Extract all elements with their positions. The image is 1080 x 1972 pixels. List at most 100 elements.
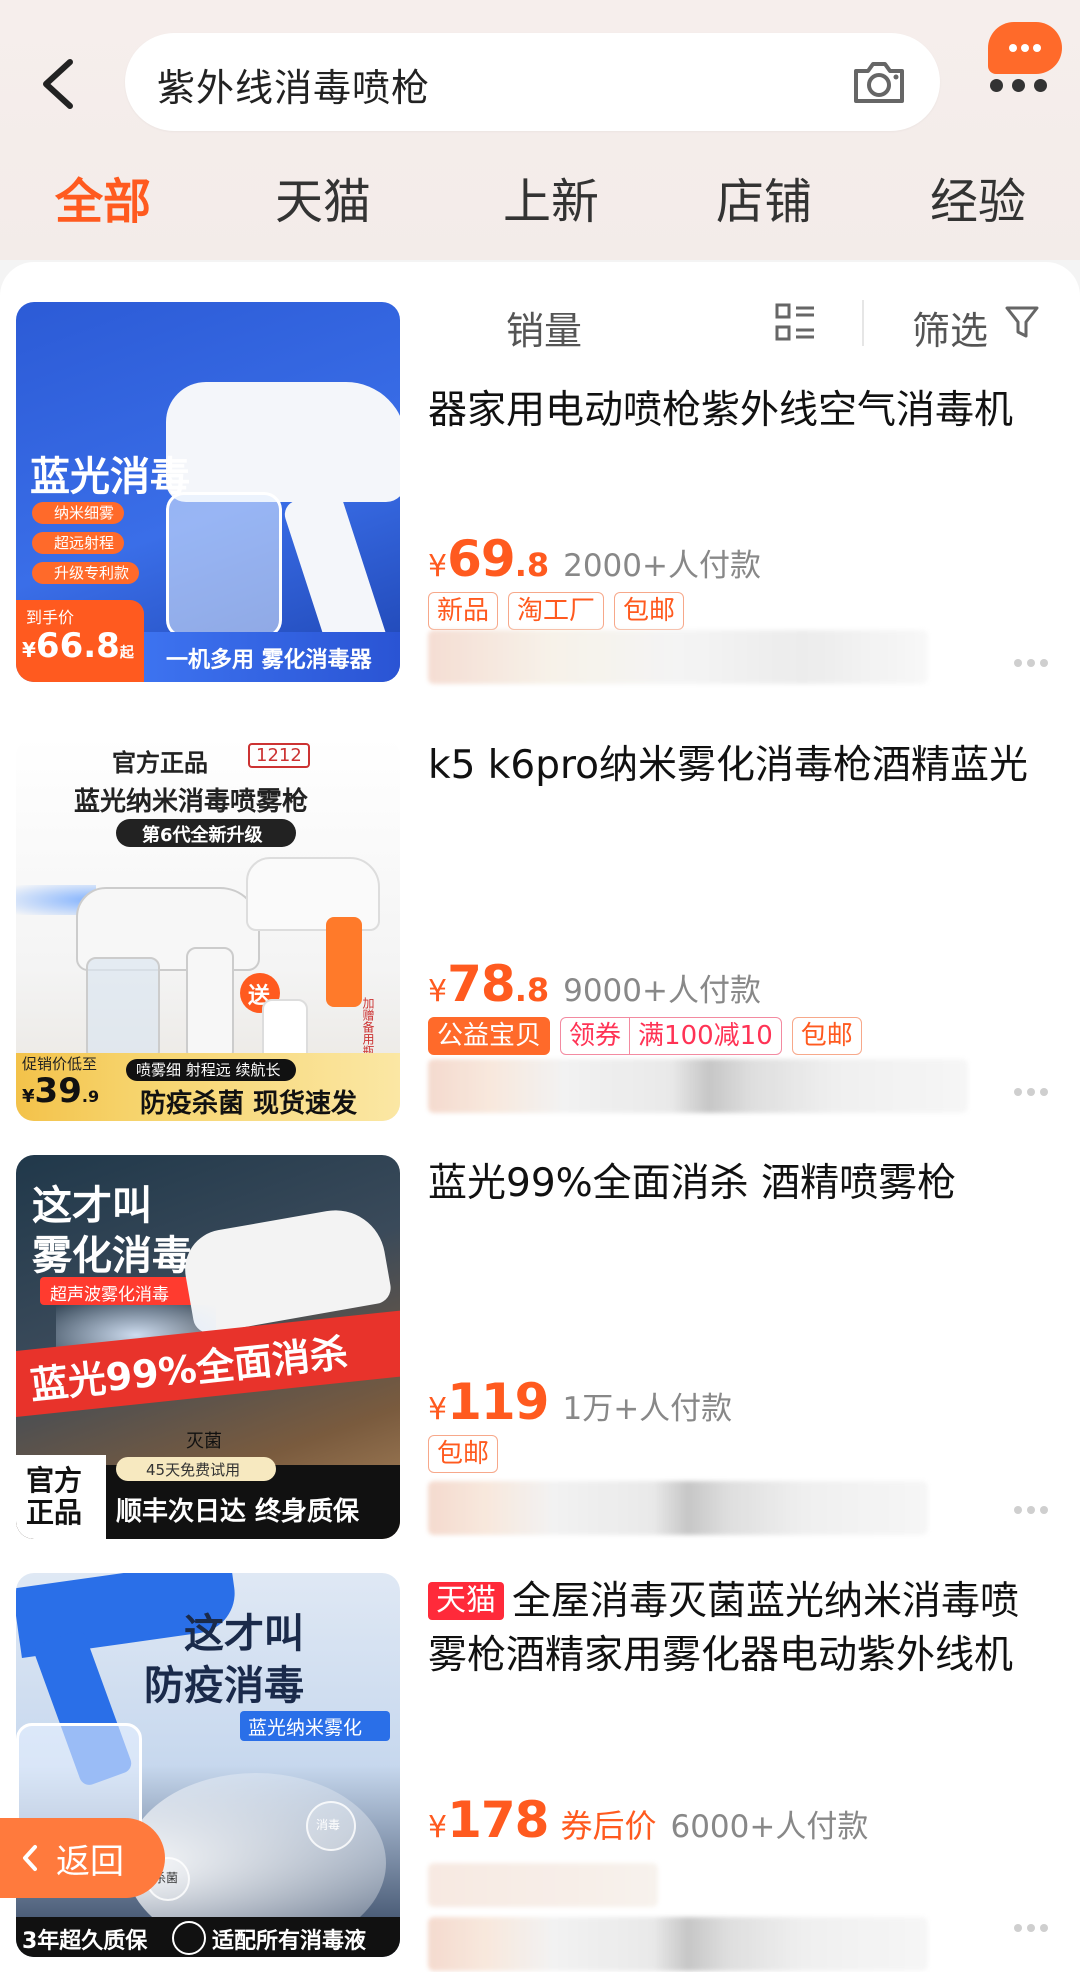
- blurred-tags: [428, 1863, 658, 1907]
- after-coupon-label: 券后价: [560, 1807, 657, 1845]
- image-1212-badge: 1212: [248, 743, 310, 768]
- price-decimal: .8: [514, 971, 550, 1009]
- sales-count: 9000+人付款: [563, 973, 761, 1009]
- filter-funnel-icon[interactable]: [1004, 304, 1040, 342]
- product-card[interactable]: 这才叫 雾化消毒 超声波雾化消毒 蓝光99%全面消杀 灭菌 官方正品 45天免费…: [0, 1155, 1080, 1573]
- chevron-left-icon: [23, 1845, 37, 1871]
- price-integer: 178: [447, 1791, 549, 1849]
- tag-row: 包邮: [428, 1435, 508, 1473]
- back-arrow-icon[interactable]: [30, 48, 86, 120]
- tag-free-shipping: 包邮: [428, 1435, 499, 1473]
- image-feature-pill: 纳米细雾: [32, 502, 125, 524]
- currency-symbol: ¥: [428, 1392, 448, 1427]
- image-official-text: 官方正品: [112, 749, 208, 777]
- item-more-icon[interactable]: [1014, 652, 1054, 667]
- tag-charity: 公益宝贝: [428, 1017, 551, 1055]
- product-card[interactable]: 官方正品 1212 蓝光纳米消毒喷雾枪 第6代全新升级 送 加赠备用瓶 促销价低…: [0, 737, 1080, 1155]
- sort-sales[interactable]: 销量: [506, 300, 582, 355]
- product-info: k5 k6pro纳米雾化消毒枪酒精蓝光 ¥78.8 9000+人付款 公益宝贝 领券…: [428, 737, 1058, 1121]
- price-decimal: .8: [514, 546, 550, 584]
- more-menu-icon[interactable]: [990, 77, 1056, 96]
- image-subheadline: 超声波雾化消毒: [50, 1285, 169, 1305]
- image-feature-text: 喷雾细 射程远 续航长: [136, 1061, 281, 1079]
- tag-coupon[interactable]: 领券 满100减10: [560, 1017, 782, 1055]
- image-bubble-text: 消毒: [316, 1818, 341, 1832]
- currency-symbol: ¥: [428, 974, 448, 1009]
- currency-symbol: ¥: [428, 549, 448, 584]
- tag-factory: 淘工厂: [508, 592, 605, 630]
- sort-divider: [862, 300, 864, 346]
- price-row: ¥69.8 2000+人付款: [428, 530, 761, 588]
- image-banner-text: 防疫杀菌 现货速发: [140, 1089, 358, 1119]
- blurred-shop-info: [428, 630, 928, 684]
- image-promo-label: 到手价: [26, 608, 75, 627]
- product-image[interactable]: 这才叫 防疫消毒 蓝光纳米雾化 消毒 杀菌 3年超久质保 适配所有消毒液: [16, 1573, 400, 1957]
- image-kill-text: 灭菌: [186, 1431, 222, 1452]
- image-bottom-text: 3年超久质保: [22, 1929, 148, 1954]
- price-row: ¥178 券后价 6000+人付款: [428, 1791, 868, 1849]
- product-title[interactable]: 天猫 全屋消毒灭菌蓝光纳米消毒喷雾枪酒精家用雾化器电动紫外线机: [428, 1575, 1053, 1683]
- image-bottom-text-2: 适配所有消毒液: [212, 1929, 367, 1954]
- price-row: ¥119 1万+人付款: [428, 1373, 732, 1431]
- currency-symbol: ¥: [428, 1810, 448, 1845]
- item-more-icon[interactable]: [1014, 1917, 1054, 1932]
- product-info: 天猫 全屋消毒灭菌蓝光纳米消毒喷雾枪酒精家用雾化器电动紫外线机 ¥178 券后价 60…: [428, 1573, 1058, 1971]
- image-headline-2: 防疫消毒: [144, 1663, 304, 1709]
- tab-stores[interactable]: 店铺: [716, 162, 812, 232]
- image-headline: 蓝光消毒: [30, 454, 190, 500]
- blurred-shop-info: [428, 1917, 928, 1971]
- tab-new[interactable]: 上新: [503, 162, 599, 232]
- product-info: 器家用电动喷枪紫外线空气消毒机 ¥69.8 2000+人付款 新品 淘工厂 包邮: [428, 382, 1058, 766]
- product-title-text: 全屋消毒灭菌蓝光纳米消毒喷雾枪酒精家用雾化器电动紫外线机: [428, 1579, 1020, 1678]
- image-subheadline: 第6代全新升级: [142, 825, 263, 846]
- top-bar: 紫外线消毒喷枪: [0, 0, 1080, 140]
- results-panel: 综合 销量 筛选 蓝光消毒 纳米细雾 超远射程 升级专利款: [0, 262, 1080, 1972]
- tag-row: 公益宝贝 领券 满100减10 包邮: [428, 1017, 872, 1055]
- filter-label: 筛选: [912, 309, 989, 353]
- product-image[interactable]: 官方正品 1212 蓝光纳米消毒喷雾枪 第6代全新升级 送 加赠备用瓶 促销价低…: [16, 737, 400, 1121]
- image-feature-pill: 升级专利款: [32, 562, 140, 584]
- image-banner-text: 一机多用 雾化消毒器: [166, 648, 372, 673]
- float-back-label: 返回: [56, 1842, 124, 1882]
- image-subheadline: 蓝光纳米雾化: [248, 1717, 363, 1739]
- price-integer: 69: [447, 530, 516, 588]
- camera-icon[interactable]: [848, 51, 910, 113]
- filter-button[interactable]: 筛选: [912, 300, 988, 355]
- product-title[interactable]: 蓝光99%全面消杀 酒精喷雾枪: [428, 1157, 1053, 1211]
- image-trial-text: 45天免费试用: [146, 1461, 241, 1479]
- product-title[interactable]: k5 k6pro纳米雾化消毒枪酒精蓝光: [428, 739, 1053, 793]
- image-headline-1: 这才叫: [184, 1611, 304, 1657]
- float-back-button[interactable]: 返回: [0, 1818, 165, 1898]
- tag-free-shipping: 包邮: [791, 1017, 862, 1055]
- sales-count: 6000+人付款: [670, 1809, 869, 1845]
- tab-tmall[interactable]: 天猫: [275, 162, 371, 232]
- message-badge-icon[interactable]: [988, 22, 1062, 74]
- image-feature-pill: 超远射程: [32, 532, 125, 554]
- product-title[interactable]: 器家用电动喷枪紫外线空气消毒机: [428, 384, 1053, 438]
- price-integer: 119: [447, 1373, 549, 1431]
- product-card[interactable]: 这才叫 防疫消毒 蓝光纳米雾化 消毒 杀菌 3年超久质保 适配所有消毒液 天猫全…: [0, 1573, 1080, 1972]
- blurred-shop-info: [428, 1481, 928, 1535]
- item-more-icon[interactable]: [1014, 1499, 1054, 1514]
- blurred-shop-info: [428, 1059, 968, 1113]
- price-integer: 78: [447, 955, 516, 1013]
- price-row: ¥78.8 9000+人付款: [428, 955, 761, 1013]
- tmall-badge: 天猫: [428, 1582, 504, 1620]
- image-headline-2: 雾化消毒: [32, 1233, 192, 1279]
- sales-count: 2000+人付款: [563, 548, 761, 584]
- search-query-text[interactable]: 紫外线消毒喷枪: [157, 57, 430, 112]
- list-view-toggle-icon[interactable]: [774, 302, 816, 344]
- item-more-icon[interactable]: [1014, 1081, 1054, 1096]
- tab-all[interactable]: 全部: [55, 162, 151, 232]
- search-bar[interactable]: 紫外线消毒喷枪: [125, 33, 940, 131]
- image-official-text: 官方正品: [26, 1464, 83, 1529]
- product-card[interactable]: 蓝光消毒 纳米细雾 超远射程 升级专利款 到手价 ¥66.8起 一机多用 雾化消…: [0, 302, 1080, 684]
- tag-new: 新品: [428, 592, 499, 630]
- product-info: 蓝光99%全面消杀 酒精喷雾枪 ¥119 1万+人付款 包邮: [428, 1155, 1058, 1539]
- product-image[interactable]: 蓝光消毒 纳米细雾 超远射程 升级专利款 到手价 ¥66.8起 一机多用 雾化消…: [16, 302, 400, 682]
- sales-count: 1万+人付款: [562, 1391, 733, 1427]
- image-gift-note: 加赠备用瓶: [361, 997, 375, 1057]
- product-image[interactable]: 这才叫 雾化消毒 超声波雾化消毒 蓝光99%全面消杀 灭菌 官方正品 45天免费…: [16, 1155, 400, 1539]
- image-bottom-text: 顺丰次日达 终身质保: [116, 1497, 360, 1527]
- tab-experience[interactable]: 经验: [930, 162, 1026, 232]
